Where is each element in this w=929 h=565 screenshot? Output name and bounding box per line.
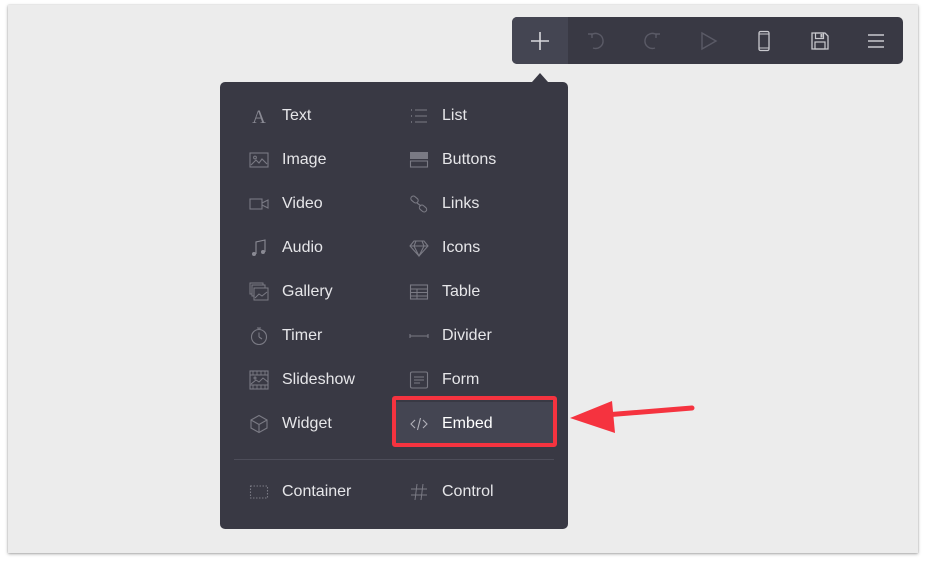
plus-icon [531,31,549,50]
menu-item-container[interactable]: Container [248,470,398,514]
menu-item-label: Buttons [442,151,497,168]
menu-item-label: Control [442,483,494,500]
editor-toolbar [512,17,903,64]
annotation-highlight-box [392,396,557,447]
divider-icon [408,325,430,347]
menu-item-label: Audio [282,239,323,256]
undo-button[interactable] [568,17,624,64]
menu-item-label: Divider [442,327,492,344]
diamond-icon [408,237,430,259]
menu-item-list[interactable]: List [408,94,558,138]
menu-item-label: Text [282,107,312,124]
add-button[interactable] [512,17,568,64]
widget-icon [248,413,270,435]
save-button[interactable] [792,17,848,64]
menu-item-control[interactable]: Control [408,470,558,514]
save-icon [811,31,829,50]
timer-icon [248,325,270,347]
menu-item-links[interactable]: Links [408,182,558,226]
buttons-icon [408,149,430,171]
menu-item-label: Form [442,371,480,388]
menu-item-label: Timer [282,327,323,344]
menu-item-slideshow[interactable]: Slideshow [248,358,398,402]
menu-item-timer[interactable]: Timer [248,314,398,358]
play-icon [701,31,718,50]
audio-icon [248,237,270,259]
form-icon [408,369,430,391]
undo-icon [588,32,604,49]
hamburger-icon [868,33,884,48]
hash-icon [408,481,430,503]
menu-item-label: Links [442,195,480,212]
slideshow-icon [248,369,270,391]
menu-item-widget[interactable]: Widget [248,402,398,446]
list-icon [408,105,430,127]
menu-item-label: Slideshow [282,371,355,388]
menu-item-label: Image [282,151,327,168]
menu-item-label: Icons [442,239,481,256]
add-element-menu: A Text Image Video Audio Gallery Timer S… [220,82,568,529]
gallery-icon [248,281,270,303]
menu-item-label: Video [282,195,323,212]
svg-text:A: A [252,107,266,126]
text-icon: A [248,105,270,127]
video-icon [248,193,270,215]
container-icon [248,481,270,503]
menu-item-video[interactable]: Video [248,182,398,226]
mobile-icon [758,30,770,51]
menu-item-label: Gallery [282,283,333,300]
menu-item-audio[interactable]: Audio [248,226,398,270]
menu-item-label: Widget [282,415,332,432]
image-icon [248,149,270,171]
menu-divider [234,459,554,460]
redo-icon [644,32,660,49]
annotation-arrow [570,401,695,433]
menu-item-buttons[interactable]: Buttons [408,138,558,182]
link-icon [408,193,430,215]
menu-item-icons[interactable]: Icons [408,226,558,270]
menu-item-table[interactable]: Table [408,270,558,314]
table-icon [408,281,430,303]
mobile-view-button[interactable] [736,17,792,64]
menu-item-label: Table [442,283,481,300]
menu-button[interactable] [848,17,903,64]
menu-item-gallery[interactable]: Gallery [248,270,398,314]
menu-item-label: List [442,107,467,124]
menu-item-label: Container [282,483,352,500]
menu-caret [532,73,548,82]
menu-item-divider[interactable]: Divider [408,314,558,358]
menu-item-text[interactable]: A Text [248,94,398,138]
menu-item-image[interactable]: Image [248,138,398,182]
preview-button[interactable] [680,17,736,64]
redo-button[interactable] [624,17,680,64]
